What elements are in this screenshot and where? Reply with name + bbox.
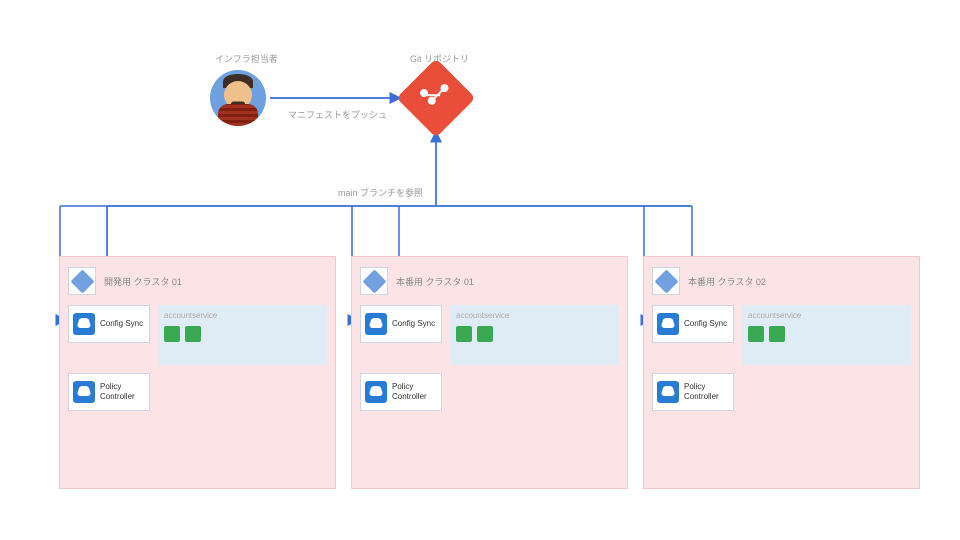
policy-controller-card: Policy Controller: [68, 373, 150, 411]
service-accountservice: accountservice: [158, 305, 327, 365]
kubernetes-icon: [652, 267, 680, 295]
service-accountservice: accountservice: [450, 305, 619, 365]
cluster-prod-01: 本番用 クラスタ 01 Config Sync accountservice P…: [351, 256, 628, 489]
pod-icon: [748, 326, 764, 342]
pod-icon: [477, 326, 493, 342]
cluster-dev-01: 開発用 クラスタ 01 Config Sync accountservice P…: [59, 256, 336, 489]
kubernetes-icon: [68, 267, 96, 295]
cluster-title: 開発用 クラスタ 01: [104, 275, 182, 288]
git-repo-icon: [408, 70, 464, 126]
policy-controller-card: Policy Controller: [652, 373, 734, 411]
pod-icon: [456, 326, 472, 342]
config-sync-card: Config Sync: [360, 305, 442, 343]
config-sync-card: Config Sync: [652, 305, 734, 343]
cluster-title: 本番用 クラスタ 01: [396, 275, 474, 288]
cloud-icon: [365, 313, 387, 335]
policy-controller-card: Policy Controller: [360, 373, 442, 411]
cloud-icon: [73, 313, 95, 335]
cloud-icon: [657, 313, 679, 335]
pod-icon: [769, 326, 785, 342]
kubernetes-icon: [360, 267, 388, 295]
push-label: マニフェストをプッシュ: [288, 108, 387, 121]
cloud-icon: [365, 381, 387, 403]
config-sync-card: Config Sync: [68, 305, 150, 343]
pod-icon: [164, 326, 180, 342]
cloud-icon: [657, 381, 679, 403]
infra-actor-icon: [210, 70, 266, 126]
ref-label: main ブランチを参照: [338, 186, 423, 199]
actor-label: インフラ担当者: [215, 52, 278, 65]
pod-icon: [185, 326, 201, 342]
service-accountservice: accountservice: [742, 305, 911, 365]
cloud-icon: [73, 381, 95, 403]
cluster-prod-02: 本番用 クラスタ 02 Config Sync accountservice P…: [643, 256, 920, 489]
cluster-title: 本番用 クラスタ 02: [688, 275, 766, 288]
